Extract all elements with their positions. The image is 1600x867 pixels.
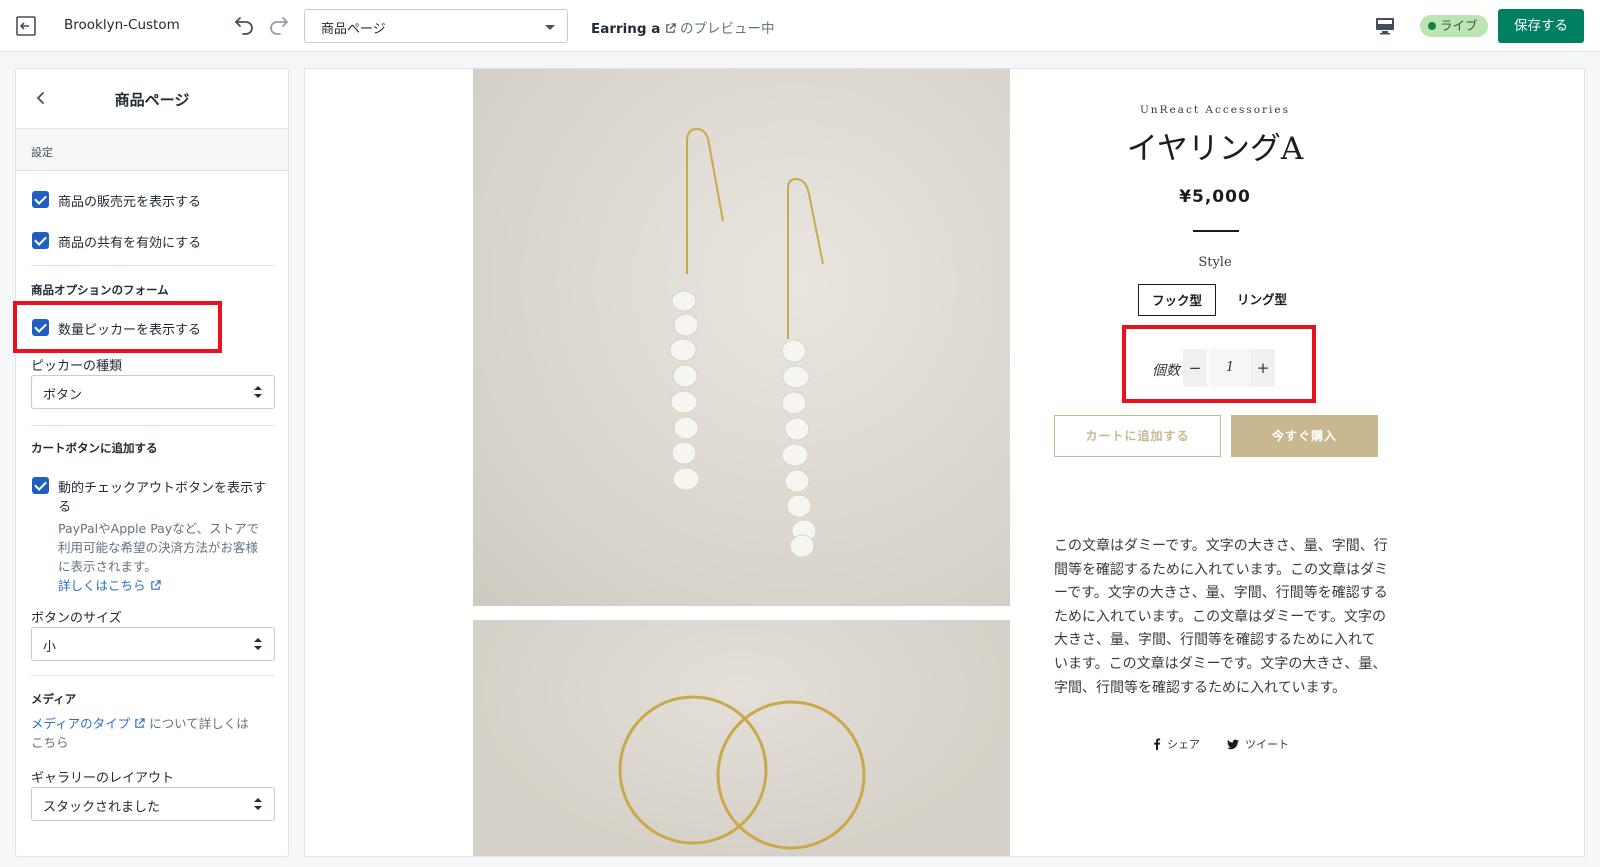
section-label: 設定 xyxy=(31,146,53,159)
learn-more-link[interactable]: 詳しくはこちら xyxy=(58,578,146,593)
product-title: イヤリングA xyxy=(1126,131,1304,167)
select-arrows-icon xyxy=(254,797,262,813)
help-text-line3: に表示されます。 xyxy=(58,559,157,574)
live-status-dot xyxy=(1428,22,1436,30)
enable-share-checkbox[interactable] xyxy=(32,232,49,249)
buy-now-button[interactable]: 今すぐ購入 xyxy=(1231,415,1378,457)
top-bar: Brooklyn-Custom 商品ページ Earring a のプレビュー中 … xyxy=(0,0,1600,52)
twitter-icon xyxy=(1227,739,1239,750)
external-link-icon[interactable] xyxy=(150,580,161,591)
media-info-line1: メディアのタイプ について詳しくは xyxy=(31,714,249,733)
enable-share-label[interactable]: 商品の共有を有効にする xyxy=(58,232,201,251)
external-link-icon[interactable] xyxy=(134,718,145,729)
gallery-layout-label: ギャラリーのレイアウト xyxy=(31,771,175,786)
media-info-text: について詳しくは xyxy=(149,716,249,731)
divider xyxy=(31,425,275,426)
facebook-icon xyxy=(1154,738,1161,750)
dynamic-checkout-label-line1[interactable]: 動的チェックアウトボタンを表示す xyxy=(58,477,266,496)
gold-hoops-illustration xyxy=(618,695,866,850)
option-hook[interactable]: フック型 xyxy=(1138,284,1216,316)
settings-section-bar: 設定 xyxy=(16,129,288,171)
highlight-box xyxy=(13,301,222,353)
dynamic-checkout-label-line2[interactable]: る xyxy=(58,496,71,515)
theme-name: Brooklyn-Custom xyxy=(64,17,180,33)
product-image-gold-hoops[interactable] xyxy=(473,620,1010,856)
picker-type-label: ピッカーの種類 xyxy=(31,359,123,374)
media-info-line2: こちら xyxy=(31,735,69,750)
price-divider xyxy=(1193,230,1239,232)
redo-icon[interactable] xyxy=(267,13,291,37)
share-twitter-link[interactable]: ツイート xyxy=(1227,736,1289,752)
button-size-value: 小 xyxy=(43,640,57,655)
button-size-label: ボタンのサイズ xyxy=(31,611,122,626)
sidebar-header: 商品ページ xyxy=(16,69,288,129)
undo-icon[interactable] xyxy=(232,13,256,37)
highlight-box xyxy=(1122,325,1316,403)
select-arrows-icon xyxy=(254,385,262,401)
show-vendor-checkbox[interactable] xyxy=(32,191,49,208)
page-template-select[interactable]: 商品ページ xyxy=(304,9,568,43)
external-link-icon[interactable] xyxy=(665,23,676,34)
preview-status: Earring a のプレビュー中 xyxy=(591,17,774,37)
media-type-link[interactable]: メディアのタイプ xyxy=(31,716,130,731)
storefront-preview: UnReact Accessories イヤリングA ¥5,000 Style … xyxy=(304,68,1585,857)
product-price: ¥5,000 xyxy=(1179,187,1251,207)
option-ring[interactable]: リング型 xyxy=(1226,284,1298,316)
select-arrows-icon xyxy=(254,637,262,653)
product-image-pearl-earrings[interactable] xyxy=(473,69,1010,606)
add-to-cart-button[interactable]: カートに追加する xyxy=(1054,415,1221,457)
live-label: ライブ xyxy=(1440,18,1478,33)
media-heading: メディア xyxy=(31,692,77,706)
exit-icon[interactable] xyxy=(14,14,38,38)
save-button[interactable]: 保存する xyxy=(1498,9,1584,43)
show-vendor-label[interactable]: 商品の販売元を表示する xyxy=(58,191,201,210)
product-description: この文章はダミーです。文字の大きさ、量、字間、行間等を確認するために入れています… xyxy=(1054,538,1389,696)
preview-suffix: のプレビュー中 xyxy=(679,21,775,37)
option-name: Style xyxy=(1198,255,1232,270)
sidebar-title: 商品ページ xyxy=(114,91,190,109)
picker-type-select[interactable]: ボタン xyxy=(31,375,275,409)
preview-product-link[interactable]: Earring a xyxy=(591,21,660,37)
dynamic-checkout-checkbox[interactable] xyxy=(32,477,49,494)
share-facebook-link[interactable]: シェア xyxy=(1152,736,1200,752)
gallery-layout-select[interactable]: スタックされました xyxy=(31,787,275,821)
chevron-down-icon xyxy=(545,25,555,30)
learn-more: 詳しくはこちら xyxy=(58,576,161,595)
divider xyxy=(31,265,275,266)
help-text-line2: 利用可能な希望の決済方法がお客様 xyxy=(58,540,259,555)
gallery-layout-value: スタックされました xyxy=(43,800,161,815)
cart-button-heading: カートボタンに追加する xyxy=(31,441,158,455)
picker-type-value: ボタン xyxy=(43,388,83,403)
live-badge: ライブ xyxy=(1420,15,1488,37)
button-size-select[interactable]: 小 xyxy=(31,627,275,661)
help-text-line1: PayPalやApple Payなど、ストアで xyxy=(58,521,260,536)
product-vendor: UnReact Accessories xyxy=(1139,104,1291,116)
monitor-icon[interactable] xyxy=(1373,14,1397,38)
divider xyxy=(31,675,275,676)
page-template-value: 商品ページ xyxy=(321,22,386,37)
share-label: シェア xyxy=(1167,738,1200,751)
product-form-heading: 商品オプションのフォーム xyxy=(31,283,169,297)
settings-sidebar: 商品ページ 設定 商品の販売元を表示する 商品の共有を有効にする 商品オプション… xyxy=(15,68,289,857)
pearl-earrings-illustration xyxy=(669,127,824,558)
tweet-label: ツイート xyxy=(1245,738,1289,751)
